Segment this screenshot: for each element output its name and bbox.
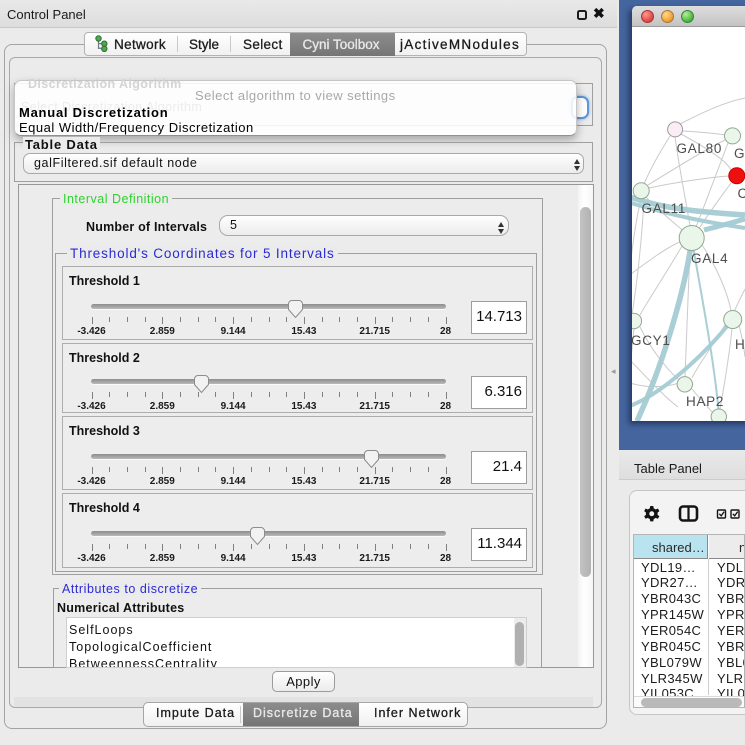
svg-text:GAL80: GAL80 xyxy=(677,141,723,156)
svg-text:GCY1: GCY1 xyxy=(632,333,671,348)
svg-text:H: H xyxy=(735,337,745,352)
svg-text:C: C xyxy=(738,186,745,201)
svg-text:HAP2: HAP2 xyxy=(686,394,724,409)
svg-text:GAL11: GAL11 xyxy=(642,201,687,216)
svg-text:GA: GA xyxy=(734,146,745,161)
svg-text:GAL4: GAL4 xyxy=(691,251,728,266)
